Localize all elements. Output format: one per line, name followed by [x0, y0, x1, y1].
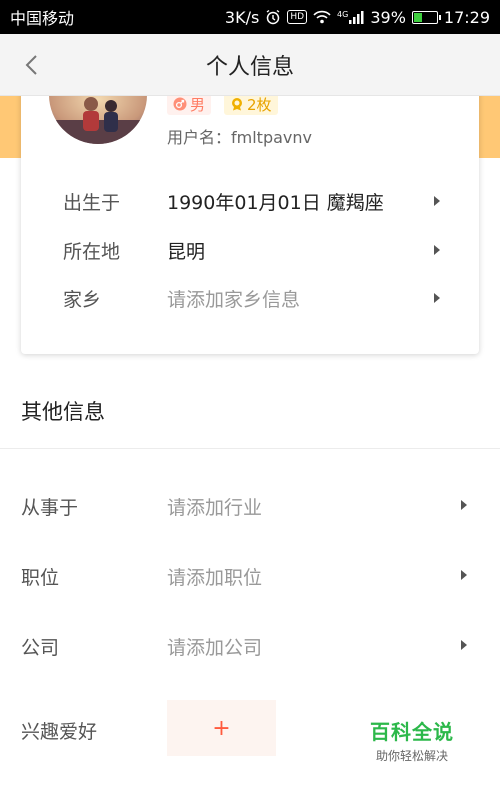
male-icon: [173, 97, 187, 111]
medal-icon: [232, 98, 242, 111]
carrier-name: 中国移动: [10, 9, 75, 28]
section-divider: [0, 448, 500, 449]
profile-card: 男 2枚 用户名：fmltpavnv 出生于 1990年01月01日 魔羯座 所…: [21, 80, 479, 354]
position-row[interactable]: 职位 请添加职位: [0, 555, 500, 595]
network-speed: 3K/s: [224, 7, 260, 27]
watermark: 百科全说 助你轻松解决: [360, 716, 464, 764]
position-label: 职位: [21, 567, 60, 589]
triangle-right-icon: [434, 196, 440, 206]
location-row[interactable]: 所在地 昆明: [21, 230, 479, 270]
plus-icon: +: [212, 715, 231, 741]
other-info-title: 其他信息: [21, 400, 105, 424]
username-label: 用户名：: [167, 128, 232, 147]
triangle-right-icon: [461, 500, 467, 510]
company-label: 公司: [21, 637, 60, 659]
nav-bar: 个人信息: [0, 34, 500, 96]
position-placeholder: 请添加职位: [167, 567, 263, 589]
coins-label: 2枚: [247, 95, 272, 114]
hobby-label: 兴趣爱好: [21, 721, 98, 743]
industry-label: 从事于: [21, 497, 79, 519]
alarm-icon: [265, 9, 281, 25]
hometown-placeholder: 请添加家乡信息: [167, 288, 301, 311]
page-title: 个人信息: [205, 54, 294, 80]
triangle-right-icon: [461, 640, 467, 650]
battery-fill: [413, 12, 423, 22]
gender-label: 男: [190, 95, 206, 114]
coins-badge[interactable]: 2枚: [224, 93, 278, 115]
triangle-right-icon: [461, 570, 467, 580]
signal-icon: 4G: [337, 10, 364, 24]
chevron-left-icon: [25, 55, 37, 75]
watermark-title: 百科全说: [370, 720, 454, 744]
clock: 17:29: [443, 7, 490, 27]
watermark-subtitle: 助你轻松解决: [375, 749, 448, 763]
birth-label: 出生于: [63, 191, 121, 214]
back-button[interactable]: [10, 34, 54, 96]
location-label: 所在地: [63, 240, 121, 263]
hd-icon: HD: [287, 10, 308, 24]
gender-badge: 男: [167, 93, 212, 115]
network-type: 4G: [337, 10, 349, 19]
company-placeholder: 请添加公司: [167, 637, 263, 659]
hometown-label: 家乡: [63, 288, 102, 311]
industry-row[interactable]: 从事于 请添加行业: [0, 485, 500, 525]
battery-percent: 39%: [370, 7, 406, 27]
birth-row[interactable]: 出生于 1990年01月01日 魔羯座: [21, 181, 479, 221]
username-value: fmltpavnv: [231, 128, 312, 147]
add-hobby-button[interactable]: +: [167, 700, 276, 756]
username: 用户名：fmltpavnv: [167, 124, 312, 148]
battery-icon: [411, 10, 441, 24]
triangle-right-icon: [434, 245, 440, 255]
hometown-row[interactable]: 家乡 请添加家乡信息: [21, 278, 479, 318]
triangle-right-icon: [434, 293, 440, 303]
wifi-icon: [313, 10, 331, 24]
location-value: 昆明: [167, 240, 206, 263]
industry-placeholder: 请添加行业: [167, 497, 263, 519]
company-row[interactable]: 公司 请添加公司: [0, 625, 500, 665]
status-icons: 3K/s HD 4G 39% 17:29: [225, 8, 490, 27]
status-bar: 中国移动 3K/s HD 4G 39% 17:29: [0, 0, 500, 34]
birth-value: 1990年01月01日 魔羯座: [167, 191, 384, 214]
